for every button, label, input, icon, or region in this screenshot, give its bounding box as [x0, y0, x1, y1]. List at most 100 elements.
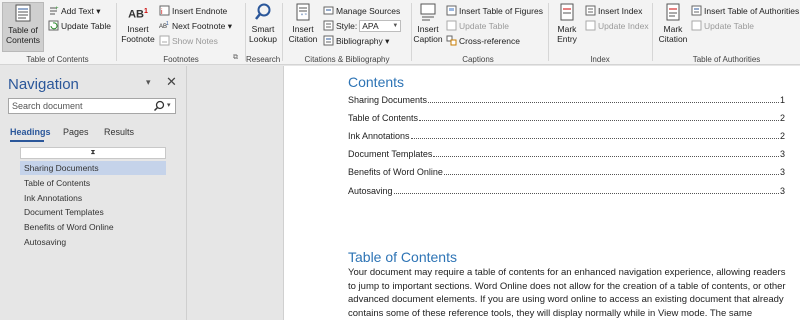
index-group: Mark Entry Insert Index Update Index Ind… [549, 0, 651, 65]
footnotes-group: AB1 Insert Footnote i Insert Endnote AB 1 N… [117, 0, 245, 65]
mark-entry-label: Mark Entry [557, 24, 577, 44]
toc-leader [428, 102, 779, 103]
update-table-button[interactable]: Update Table [48, 19, 111, 33]
heading-item[interactable]: Table of Contents [20, 176, 166, 190]
index-group-label: Index [590, 55, 610, 64]
update-table-icon [691, 20, 702, 31]
toc-group: Table of Contents + Add Text ▾ Update Tab… [0, 0, 115, 65]
smart-lookup-button[interactable]: Smart Lookup [246, 2, 280, 52]
heading-item[interactable]: Sharing Documents [20, 161, 166, 175]
insert-caption-icon [420, 3, 436, 21]
toc-entry-title: Benefits of Word Online [348, 167, 443, 177]
table-of-authorities-icon [691, 5, 702, 16]
update-table-authorities-button[interactable]: Update Table [691, 19, 754, 33]
search-placeholder: Search document [12, 101, 83, 111]
update-index-icon [585, 20, 596, 31]
toc-entry[interactable]: Sharing Documents 1 [348, 94, 785, 106]
style-selector[interactable]: Style: APA ▼ [323, 19, 402, 33]
toc-entry-title: Document Templates [348, 149, 433, 159]
collapse-all-bar[interactable]: ⧗ [20, 147, 166, 159]
navigation-pane: Navigation ▾ ✕ Search document ▾ Heading… [0, 66, 187, 320]
footnotes-group-label: Footnotes [163, 55, 199, 64]
manage-sources-button[interactable]: Manage Sources [323, 4, 400, 18]
insert-footnote-button[interactable]: AB1 Insert Footnote [119, 2, 157, 52]
update-table-figures-label: Update Table [459, 21, 509, 31]
smart-lookup-label: Smart Lookup [249, 24, 277, 44]
table-of-figures-icon [446, 5, 457, 16]
toc-entry-page: 3 [779, 167, 785, 177]
toc-button-label: Table of Contents [5, 25, 41, 45]
insert-citation-icon: “ ” [296, 3, 310, 21]
insert-endnote-button[interactable]: i Insert Endnote [159, 4, 227, 18]
captions-group: Insert Caption Insert Table of Figures U… [412, 0, 544, 65]
add-text-icon: + [50, 6, 59, 15]
style-value: APA [362, 21, 379, 31]
heading-item[interactable]: Document Templates [20, 205, 166, 219]
next-footnote-label: Next Footnote [172, 21, 226, 31]
update-table-icon [48, 20, 59, 31]
insert-footnote-label: Insert Footnote [121, 24, 155, 44]
toc-entry[interactable]: Autosaving 3 [348, 185, 785, 197]
table-of-contents-button[interactable]: Table of Contents [2, 2, 44, 52]
mark-citation-label: Mark Citation [658, 24, 688, 44]
insert-table-of-figures-button[interactable]: Insert Table of Figures [446, 4, 543, 18]
search-input[interactable]: Search document ▾ [8, 98, 176, 114]
update-table-authorities-label: Update Table [704, 21, 754, 31]
authorities-group: Mark Citation Insert Table of Authoritie… [653, 0, 800, 65]
cross-reference-icon [446, 35, 457, 46]
svg-text:+: + [55, 6, 59, 12]
add-text-button[interactable]: + Add Text ▾ [48, 4, 101, 18]
toc-entry[interactable]: Ink Annotations 2 [348, 130, 785, 142]
research-group-label: Research [246, 55, 281, 64]
pane-options-icon[interactable]: ▾ [146, 77, 151, 88]
insert-table-of-authorities-button[interactable]: Insert Table of Authorities [691, 4, 799, 18]
toc-entry[interactable]: Document Templates 3 [348, 148, 785, 160]
toc-leader [419, 120, 779, 121]
cross-reference-button[interactable]: Cross-reference [446, 34, 520, 48]
insert-citation-label: Insert Citation [288, 24, 318, 44]
show-notes-button[interactable]: Show Notes [159, 34, 218, 48]
heading-item[interactable]: Benefits of Word Online [20, 220, 166, 234]
toc-entry-title: Ink Annotations [348, 131, 410, 141]
footnotes-dialog-launcher-icon[interactable]: ⧉ [233, 54, 238, 62]
toc-group-label: Table of Contents [26, 55, 89, 64]
heading-item[interactable]: Ink Annotations [20, 191, 166, 205]
toc-entry-page: 1 [779, 95, 785, 105]
mark-entry-button[interactable]: Mark Entry [551, 2, 583, 52]
toc-leader [410, 138, 779, 139]
update-index-button[interactable]: Update Index [585, 19, 649, 33]
heading-item[interactable]: Autosaving [20, 235, 166, 249]
section-heading: Table of Contents [348, 249, 457, 265]
search-icon[interactable] [153, 100, 165, 112]
chevron-down-icon[interactable]: ▾ [167, 101, 171, 109]
insert-caption-button[interactable]: Insert Caption [412, 2, 444, 52]
close-icon[interactable]: ✕ [166, 74, 177, 90]
chevron-down-icon: ▼ [392, 23, 399, 29]
tab-pages[interactable]: Pages [63, 127, 89, 137]
toc-entry-title: Table of Contents [348, 113, 419, 123]
insert-index-label: Insert Index [598, 6, 643, 16]
citations-group-label: Citations & Bibliography [304, 55, 390, 64]
contents-heading: Contents [348, 74, 405, 90]
update-table-figures-button[interactable]: Update Table [446, 19, 509, 33]
next-footnote-button[interactable]: AB 1 Next Footnote ▾ [159, 19, 232, 33]
tab-results[interactable]: Results [104, 127, 134, 137]
insert-citation-button[interactable]: “ ” Insert Citation [285, 2, 321, 52]
tab-headings[interactable]: Headings [10, 127, 51, 137]
mark-citation-icon [666, 3, 680, 21]
bibliography-button[interactable]: Bibliography ▾ [323, 34, 389, 48]
active-tab-indicator [10, 140, 44, 142]
toc-entry[interactable]: Table of Contents 2 [348, 112, 785, 124]
mark-citation-button[interactable]: Mark Citation [655, 2, 691, 52]
style-dropdown[interactable]: APA ▼ [359, 20, 402, 32]
table-of-contents-icon [15, 4, 31, 22]
collapse-icon: ⧗ [90, 149, 96, 156]
footnote-icon: AB1 [128, 8, 148, 21]
insert-index-button[interactable]: Insert Index [585, 4, 642, 18]
svg-text:1: 1 [166, 21, 169, 27]
insert-table-of-authorities-label: Insert Table of Authorities [704, 6, 800, 16]
insert-table-of-figures-label: Insert Table of Figures [459, 6, 543, 16]
toc-entry[interactable]: Benefits of Word Online 3 [348, 166, 785, 178]
svg-text:“ ”: “ ” [301, 14, 307, 20]
magnifier-icon [255, 3, 271, 20]
